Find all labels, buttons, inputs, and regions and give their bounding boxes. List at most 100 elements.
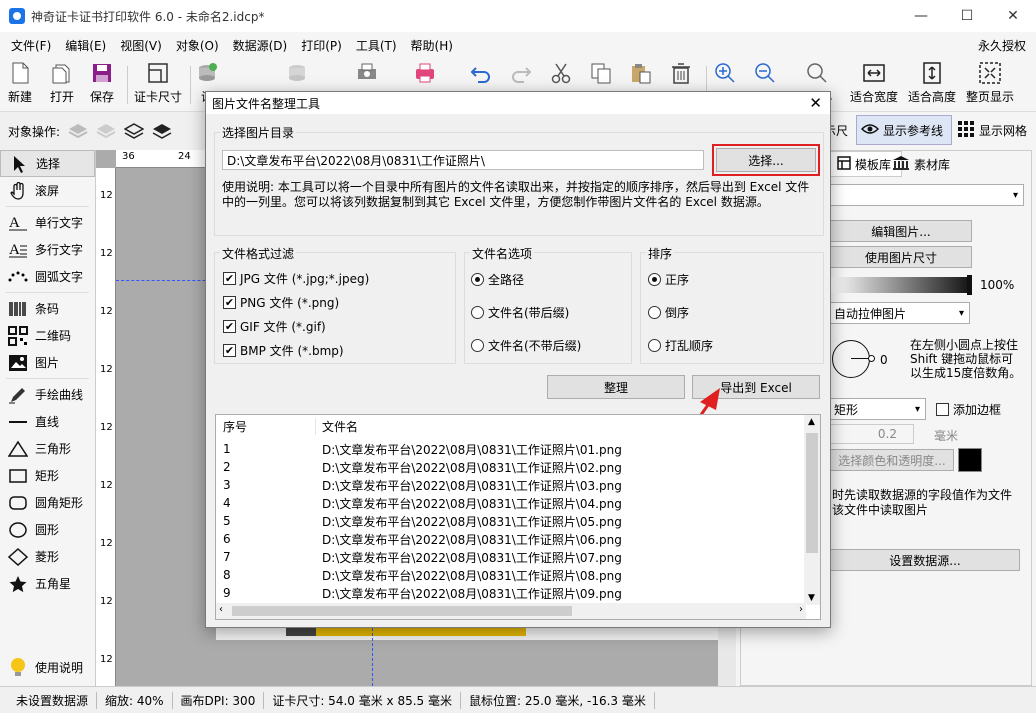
title-bar: 神奇证卡证书打印软件 6.0 - 未命名2.idcp* — ☐ ✕ [0,0,1036,32]
layer-top-icon[interactable] [123,122,145,140]
tool-label: 直线 [35,415,60,429]
new-button[interactable]: 新建 [8,62,32,108]
tool-freehand[interactable]: 手绘曲线 [0,381,95,408]
filter-bmp-checkbox[interactable]: ✔ BMP 文件 (*.bmp) [223,342,344,359]
color-swatch[interactable] [958,448,982,472]
filter-gif-checkbox[interactable]: ✔ GIF 文件 (*.gif) [223,318,326,335]
file-list[interactable]: 序号 文件名 1 D:\文章发布平台\2022\08月\0831\工作证照片\01… [215,414,821,620]
list-item[interactable]: 1 D:\文章发布平台\2022\08月\0831\工作证照片\01.png [216,440,622,458]
name-option-with-ext[interactable]: 文件名(带后缀) [471,304,569,321]
border-unit-label: 毫米 [934,429,959,443]
add-border-label: 添加边框 [953,403,1002,417]
edit-image-button[interactable]: 编辑图片... [830,220,972,242]
border-width-input[interactable]: 0.2 [830,424,914,444]
scroll-up-icon[interactable]: ▲ [808,417,815,427]
fit-width-button[interactable]: 适合宽度 [850,62,898,108]
tool-select[interactable]: 选择 [0,150,95,177]
tool-multi-line-text[interactable]: A 多行文字 [0,236,95,263]
file-list-vscrollbar[interactable]: ▲ ▼ [804,415,820,605]
tool-rectangle[interactable]: 矩形 [0,462,95,489]
help-label: 使用说明 [35,661,84,675]
show-grid-toggle[interactable]: 显示网格 [958,116,1027,144]
list-item[interactable]: 2 D:\文章发布平台\2022\08月\0831\工作证照片\02.png [216,458,622,476]
layer-up-icon[interactable] [68,122,88,140]
menu-tools[interactable]: 工具(T) [349,37,404,54]
tool-triangle[interactable]: 三角形 [0,435,95,462]
tool-single-line-text[interactable]: A 单行文字 [0,209,95,236]
tool-circle[interactable]: 圆形 [0,516,95,543]
sort-descending[interactable]: 倒序 [648,304,689,321]
add-border-checkbox[interactable]: 添加边框 [936,401,1001,418]
dialog-close-button[interactable]: ✕ [809,94,822,112]
card-size-button[interactable]: 证卡尺寸 [134,62,182,108]
tool-arc-text[interactable]: 圆弧文字 [0,263,95,290]
tool-diamond[interactable]: 菱形 [0,543,95,570]
filter-png-checkbox[interactable]: ✔ PNG 文件 (*.png) [223,294,339,311]
column-filename[interactable]: 文件名 [316,418,358,435]
name-option-no-ext[interactable]: 文件名(不带后缀) [471,337,581,354]
minimize-button[interactable]: — [898,0,944,32]
set-datasource-button[interactable]: 设置数据源... [830,549,1020,571]
list-item[interactable]: 3 D:\文章发布平台\2022\08月\0831\工作证照片\03.png [216,476,622,494]
scroll-right-icon[interactable]: › [799,604,803,615]
layer-bottom-icon[interactable] [152,122,172,140]
rotation-dial[interactable] [832,340,870,378]
list-item[interactable]: 6 D:\文章发布平台\2022\08月\0831\工作证照片\06.png [216,530,622,548]
sort-ascending[interactable]: 正序 [648,271,689,288]
tool-barcode[interactable]: 条码 [0,295,95,322]
star-icon [8,574,28,594]
menu-print[interactable]: 打印(P) [294,37,349,54]
sort-shuffle[interactable]: 打乱顺序 [648,337,713,354]
save-button[interactable]: 保存 [90,62,114,108]
opacity-slider[interactable] [830,277,972,293]
tool-pan[interactable]: 滚屏 [0,177,95,204]
full-page-button[interactable]: 整页显示 [966,62,1014,108]
image-source-select[interactable] [830,184,1024,206]
fit-height-button[interactable]: 适合高度 [908,62,956,108]
menu-file[interactable]: 文件(F) [4,37,58,54]
tool-label: 菱形 [35,550,60,564]
layer-down-icon[interactable] [96,122,116,140]
menu-help[interactable]: 帮助(H) [404,37,460,54]
organize-button[interactable]: 整理 [547,375,685,399]
list-item[interactable]: 5 D:\文章发布平台\2022\08月\0831\工作证照片\05.png [216,512,622,530]
maximize-button[interactable]: ☐ [944,0,990,32]
tool-line[interactable]: 直线 [0,408,95,435]
menu-datasource[interactable]: 数据源(D) [226,37,295,54]
menu-edit[interactable]: 编辑(E) [58,37,113,54]
tab-materials[interactable]: 素材库 [886,151,958,177]
list-item[interactable]: 8 D:\文章发布平台\2022\08月\0831\工作证照片\08.png [216,566,622,584]
opacity-slider-handle[interactable] [967,275,972,295]
use-image-size-button[interactable]: 使用图片尺寸 [830,246,972,268]
stretch-mode-select[interactable]: 自动拉伸图片 [828,302,970,324]
license-label[interactable]: 永久授权 [978,37,1026,54]
list-item[interactable]: 9 D:\文章发布平台\2022\08月\0831\工作证照片\09.png [216,584,622,602]
tool-rounded-rect[interactable]: 圆角矩形 [0,489,95,516]
pick-color-button[interactable]: 选择颜色和透明度... [830,449,954,471]
tool-qrcode[interactable]: 二维码 [0,322,95,349]
close-window-button[interactable]: ✕ [990,0,1036,32]
tool-star[interactable]: 五角星 [0,570,95,597]
browse-button[interactable]: 选择... [716,148,816,172]
scroll-left-icon[interactable]: ‹ [219,604,223,615]
list-item[interactable]: 7 D:\文章发布平台\2022\08月\0831\工作证照片\07.png [216,548,622,566]
print-preview-icon [356,62,378,84]
menu-object[interactable]: 对象(O) [169,37,226,54]
shape-select[interactable]: 矩形 [828,398,926,420]
open-button[interactable]: 打开 [50,62,74,108]
hscroll-thumb[interactable] [232,606,572,616]
name-option-fullpath[interactable]: 全路径 [471,271,524,288]
list-item[interactable]: 4 D:\文章发布平台\2022\08月\0831\工作证照片\04.png [216,494,622,512]
column-index[interactable]: 序号 [216,417,316,435]
filter-jpg-checkbox[interactable]: ✔ JPG 文件 (*.jpg;*.jpeg) [223,270,369,287]
show-guides-label: 显示参考线 [883,123,944,138]
menu-view[interactable]: 视图(V) [113,37,169,54]
scroll-down-icon[interactable]: ▼ [808,593,815,603]
help-button[interactable]: 使用说明 [0,654,83,681]
vscroll-thumb[interactable] [806,433,818,553]
show-guides-toggle[interactable]: 显示参考线 [856,115,952,145]
file-list-hscrollbar[interactable]: ‹ › [216,603,806,619]
dir-path-input[interactable]: D:\文章发布平台\2022\08月\0831\工作证照片\ [222,150,704,170]
rotation-handle[interactable] [868,355,875,362]
tool-image[interactable]: 图片 [0,349,95,376]
